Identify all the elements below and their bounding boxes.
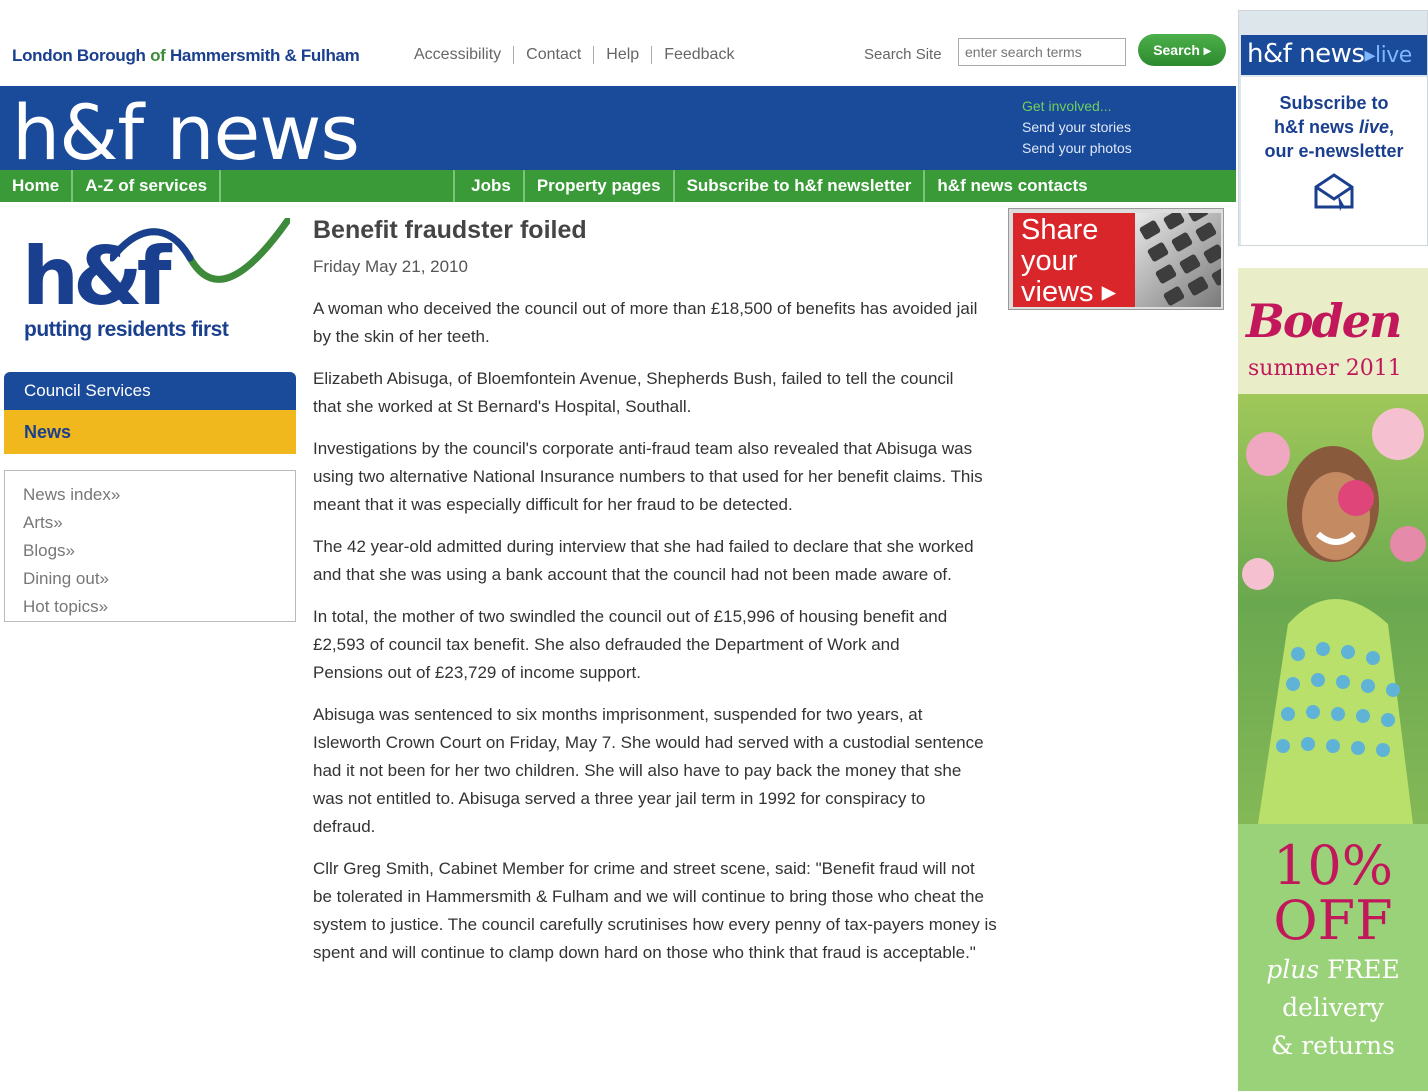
nav-property-pages[interactable]: Property pages [525, 170, 675, 202]
main-nav: Home A-Z of services Jobs Property pages… [0, 170, 1236, 202]
model-illustration [1242, 408, 1426, 824]
send-photos-link[interactable]: Send your photos [1022, 138, 1132, 159]
article-title: Benefit fraudster foiled [313, 216, 587, 244]
offer-delivery: delivery [1282, 993, 1384, 1022]
accessibility-link[interactable]: Accessibility [414, 46, 513, 64]
search-button[interactable]: Search ▸ [1138, 34, 1226, 66]
send-stories-link[interactable]: Send your stories [1022, 117, 1132, 138]
offer-plus: plus [1266, 955, 1320, 984]
article-paragraph: The 42 year-old admitted during intervie… [313, 537, 974, 584]
boden-season: summer 2011 [1248, 356, 1402, 381]
news-sublinks: News index» Arts» Blogs» Dining out» Hot… [4, 470, 296, 622]
share-line-1: Share [1021, 214, 1099, 246]
top-utility-bar: London Borough of Hammersmith & Fulham A… [0, 0, 1236, 86]
help-link[interactable]: Help [593, 46, 651, 64]
borough-of: of [145, 46, 170, 65]
sidebar-item-blogs[interactable]: Blogs» [23, 537, 295, 565]
get-involved-panel: Get involved... Send your stories Send y… [1022, 96, 1132, 159]
offer-free: FREE [1319, 955, 1400, 984]
logo-tagline: putting residents first [24, 318, 229, 341]
search-input[interactable] [958, 38, 1126, 66]
live-ad-line-2: h&f news live, [1241, 115, 1427, 139]
sidebar-item-dining-out[interactable]: Dining out» [23, 565, 295, 593]
contact-link[interactable]: Contact [513, 46, 593, 64]
article-paragraph: Abisuga was sentenced to six months impr… [313, 705, 984, 836]
news-tab[interactable]: News [4, 410, 296, 454]
sidebar-item-hot-topics[interactable]: Hot topics» [23, 593, 295, 621]
feedback-link[interactable]: Feedback [651, 46, 746, 64]
council-services-tab[interactable]: Council Services [4, 372, 296, 410]
article-paragraph: In total, the mother of two swindled the… [313, 607, 948, 682]
sidebar-item-arts[interactable]: Arts» [23, 509, 295, 537]
nav-home[interactable]: Home [0, 170, 74, 202]
hf-logo[interactable]: h&f putting residents first [22, 218, 292, 348]
live-ad-brand: h&f news [1247, 39, 1365, 69]
offer-plus-free: plus FREE [1238, 954, 1428, 986]
nav-jobs[interactable]: Jobs [455, 170, 525, 202]
article-paragraph: Investigations by the council's corporat… [313, 439, 983, 514]
nav-a-z-services[interactable]: A-Z of services [73, 170, 222, 202]
hf-logo-text: h&f [22, 230, 172, 323]
live-ad-line-2-live: live [1358, 117, 1390, 137]
offer-returns: & returns [1271, 1031, 1395, 1060]
share-line-2: your [1021, 245, 1078, 277]
live-ad-suffix: ▸live [1364, 43, 1412, 68]
hf-news-logo[interactable]: h&f news [12, 88, 360, 177]
nav-news-contacts[interactable]: h&f news contacts [925, 170, 1099, 202]
article-date: Friday May 21, 2010 [313, 257, 468, 276]
article-paragraph: Cllr Greg Smith, Cabinet Member for crim… [313, 859, 997, 962]
borough-suffix: Hammersmith & Fulham [169, 46, 360, 65]
article-paragraph: Elizabeth Abisuga, of Bloemfontein Avenu… [313, 369, 954, 416]
nav-subscribe-newsletter[interactable]: Subscribe to h&f newsletter [675, 170, 926, 202]
live-ad-line-1: Subscribe to [1279, 93, 1389, 113]
envelope-icon [1314, 173, 1354, 211]
keyboard-image [1135, 213, 1221, 307]
utility-links: Accessibility Contact Help Feedback [414, 46, 746, 64]
nav-spacer [221, 170, 456, 202]
article-paragraph: A woman who deceived the council out of … [313, 299, 978, 346]
share-your-views-banner[interactable]: Share your views ▸ [1008, 208, 1224, 310]
hf-news-live-ad[interactable]: h&f news▸live Subscribe to h&f news live… [1238, 10, 1428, 246]
live-ad-line-3: our e-newsletter [1264, 141, 1404, 161]
get-involved-title: Get involved... [1022, 98, 1112, 114]
article: Benefit fraudster foiled Friday May 21, … [313, 216, 1003, 981]
sidebar-item-news-index[interactable]: News index» [23, 481, 295, 509]
share-your-views-text: Share your views ▸ [1013, 213, 1135, 308]
boden-offer: 10% OFF plus FREE delivery & returns [1238, 824, 1428, 1091]
borough-name[interactable]: London Borough of Hammersmith & Fulham [12, 46, 360, 66]
offer-off: OFF [1273, 889, 1393, 952]
live-ad-header: h&f news▸live [1241, 35, 1427, 75]
live-ad-line-2-prefix: h&f news [1273, 117, 1359, 137]
share-line-3: views ▸ [1021, 276, 1117, 308]
boden-ad[interactable]: Boden summer 2011 10% OFF plus FREE deli… [1238, 268, 1428, 1091]
live-ad-line-2-comma: , [1389, 117, 1395, 137]
masthead: h&f news Get involved... Send your stori… [0, 86, 1236, 177]
search-label: Search Site [864, 46, 942, 63]
live-ad-body: Subscribe to h&f news live, our e-newsle… [1241, 77, 1427, 245]
borough-prefix: London Borough [12, 46, 146, 65]
offer-discount: 10% [1272, 834, 1394, 897]
boden-logo: Boden [1246, 294, 1402, 348]
